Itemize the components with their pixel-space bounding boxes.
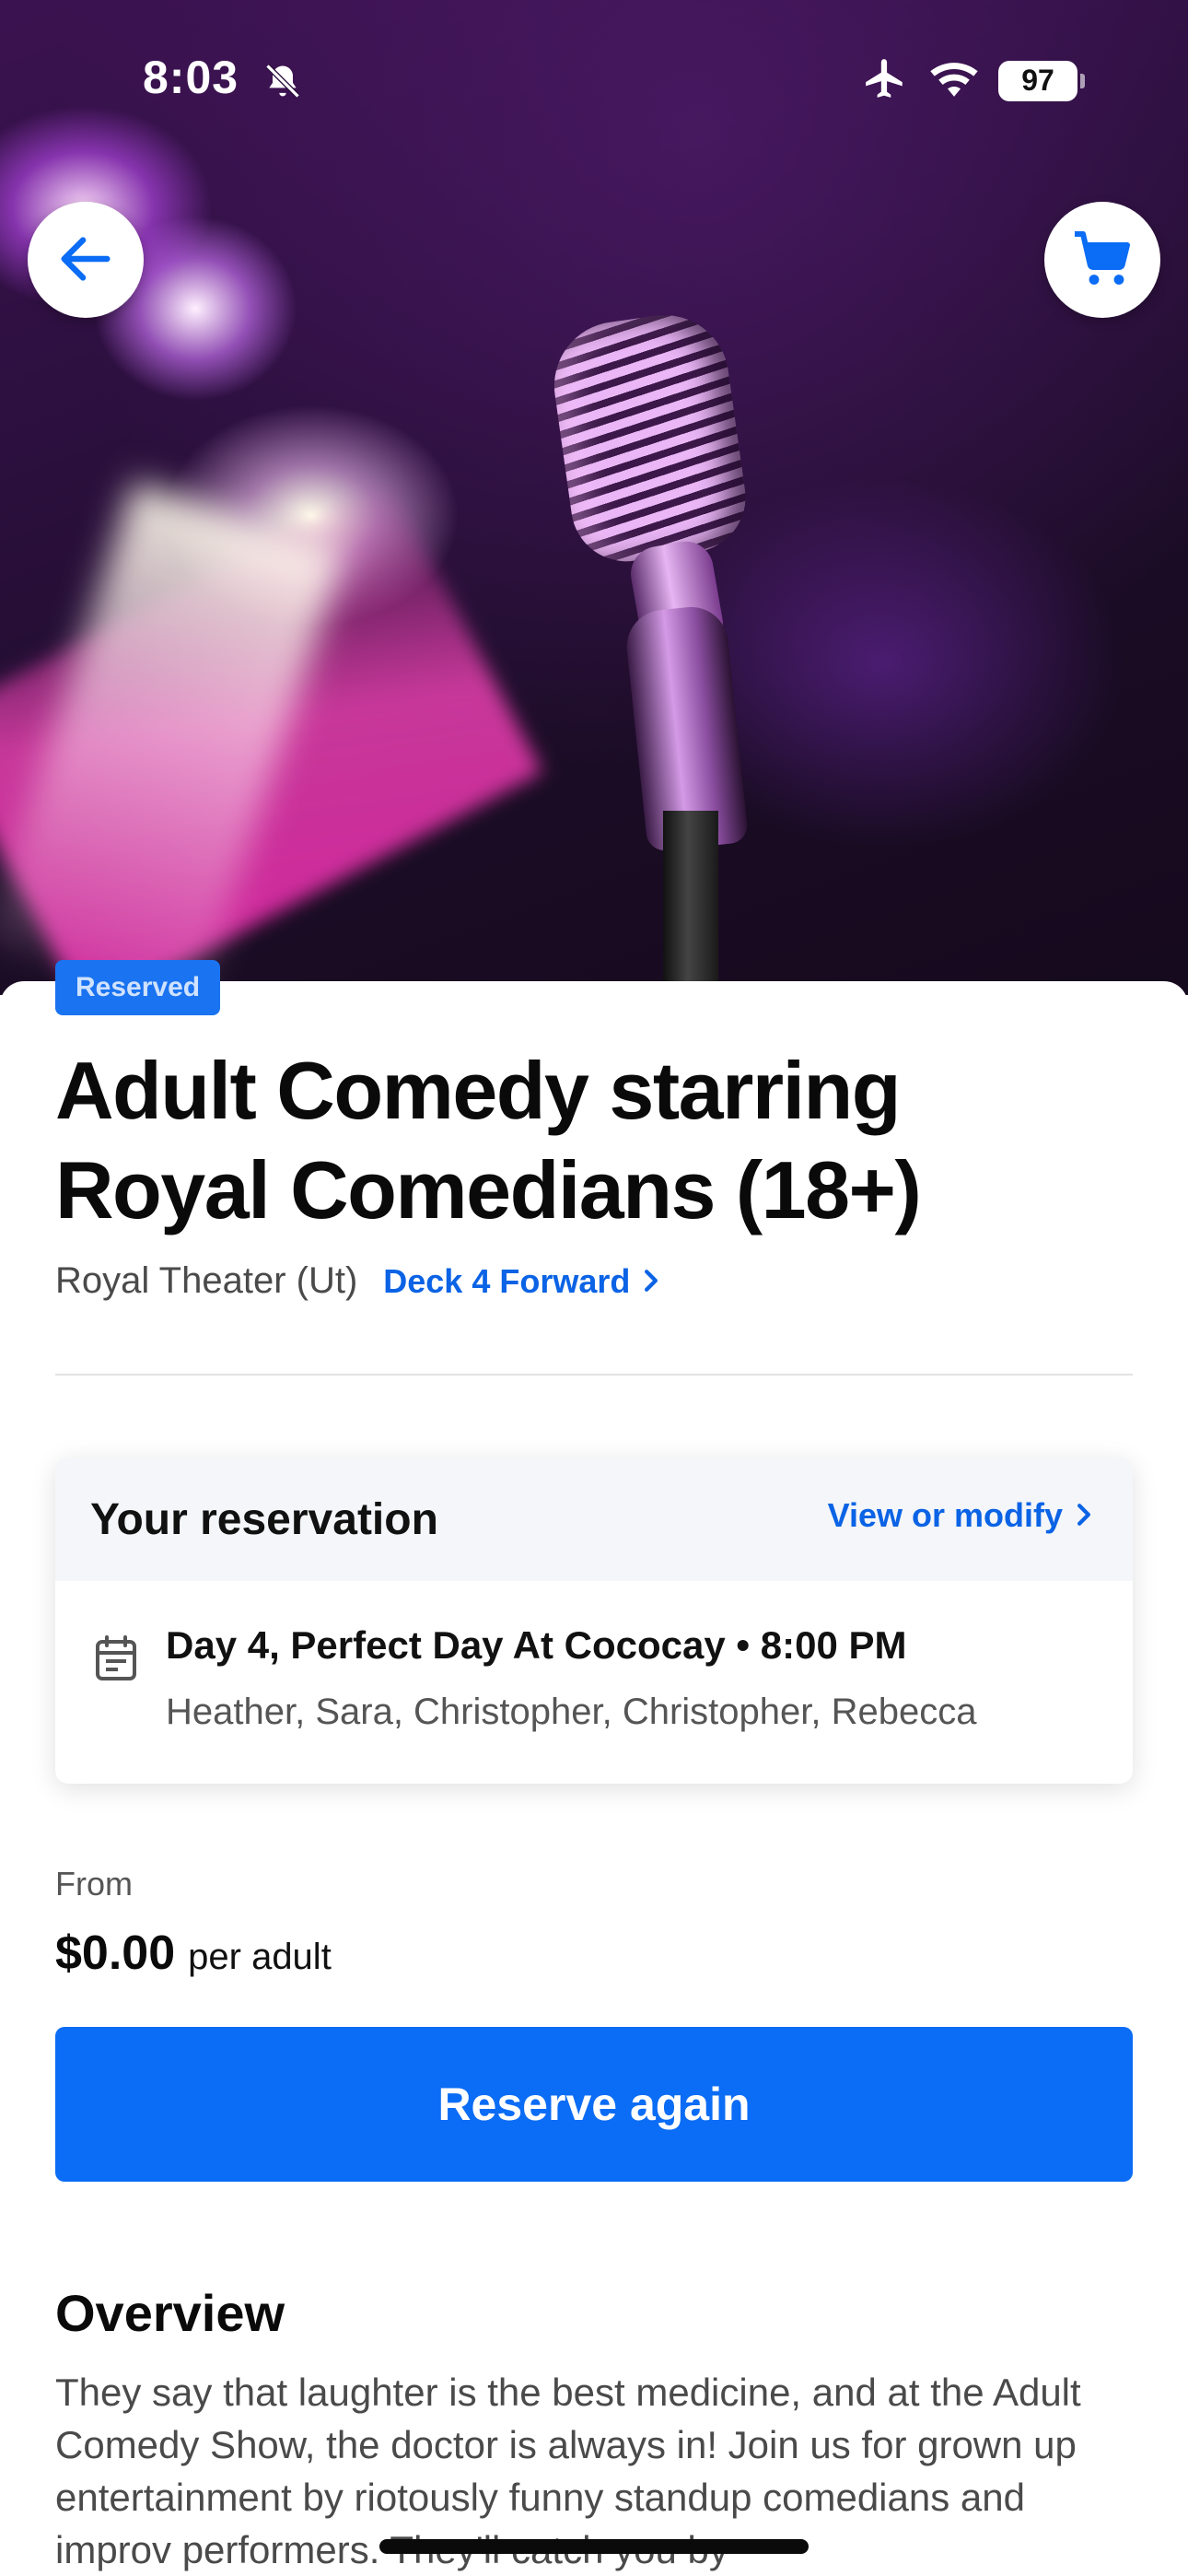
reservation-date-time: Day 4, Perfect Day At Cococay • 8:00 PM: [166, 1623, 907, 1667]
reservation-card-header: Your reservation View or modify: [55, 1458, 1133, 1581]
event-detail-screen: 8:03 97 Reserved Adult Comedy starring R…: [0, 0, 1188, 2576]
calendar-icon: [94, 1634, 138, 1682]
view-or-modify-label: View or modify: [827, 1496, 1063, 1534]
price-unit: per adult: [188, 1937, 332, 1977]
deck-location-label: Deck 4 Forward: [383, 1261, 631, 1300]
reservation-guests: Heather, Sara, Christopher, Christopher,…: [166, 1692, 977, 1732]
wifi-icon: [928, 58, 980, 103]
cart-button[interactable]: [1044, 202, 1160, 318]
battery-icon: 97: [998, 60, 1085, 101]
reserve-again-button[interactable]: Reserve again: [55, 2027, 1133, 2182]
reservation-card: Your reservation View or modify Day 4, P…: [55, 1458, 1133, 1784]
status-indicators: 97: [860, 55, 1085, 106]
airplane-icon: [860, 55, 910, 106]
bell-slash-icon: [262, 61, 303, 101]
venue-row: Royal Theater (Ut) Deck 4 Forward: [55, 1260, 659, 1302]
microphone-stand: [663, 811, 718, 995]
chevron-right-icon: [1076, 1496, 1092, 1535]
back-button[interactable]: [28, 202, 144, 318]
page-title: Adult Comedy starring Royal Comedians (1…: [55, 1045, 922, 1235]
arrow-left-icon: [53, 227, 118, 294]
chevron-right-icon: [643, 1262, 659, 1301]
status-bar: 8:03 97: [0, 0, 1188, 157]
reservation-card-title: Your reservation: [90, 1494, 438, 1544]
overview-heading: Overview: [55, 2284, 285, 2342]
price-value: $0.00: [55, 1926, 176, 1980]
deck-location-link[interactable]: Deck 4 Forward: [383, 1262, 659, 1301]
microphone-head: [545, 307, 753, 568]
section-divider: [55, 1374, 1133, 1376]
reservation-details: Day 4, Perfect Day At Cococay • 8:00 PM …: [55, 1581, 1133, 1784]
home-indicator[interactable]: [379, 2539, 809, 2554]
status-badge: Reserved: [55, 960, 221, 1015]
view-or-modify-link[interactable]: View or modify: [828, 1496, 1092, 1535]
venue-name: Royal Theater (Ut): [55, 1260, 358, 1301]
price-row: $0.00 per adult: [55, 1926, 332, 1981]
price-from-label: From: [55, 1865, 133, 1903]
status-time: 8:03: [143, 52, 239, 103]
cart-icon: [1069, 226, 1136, 295]
